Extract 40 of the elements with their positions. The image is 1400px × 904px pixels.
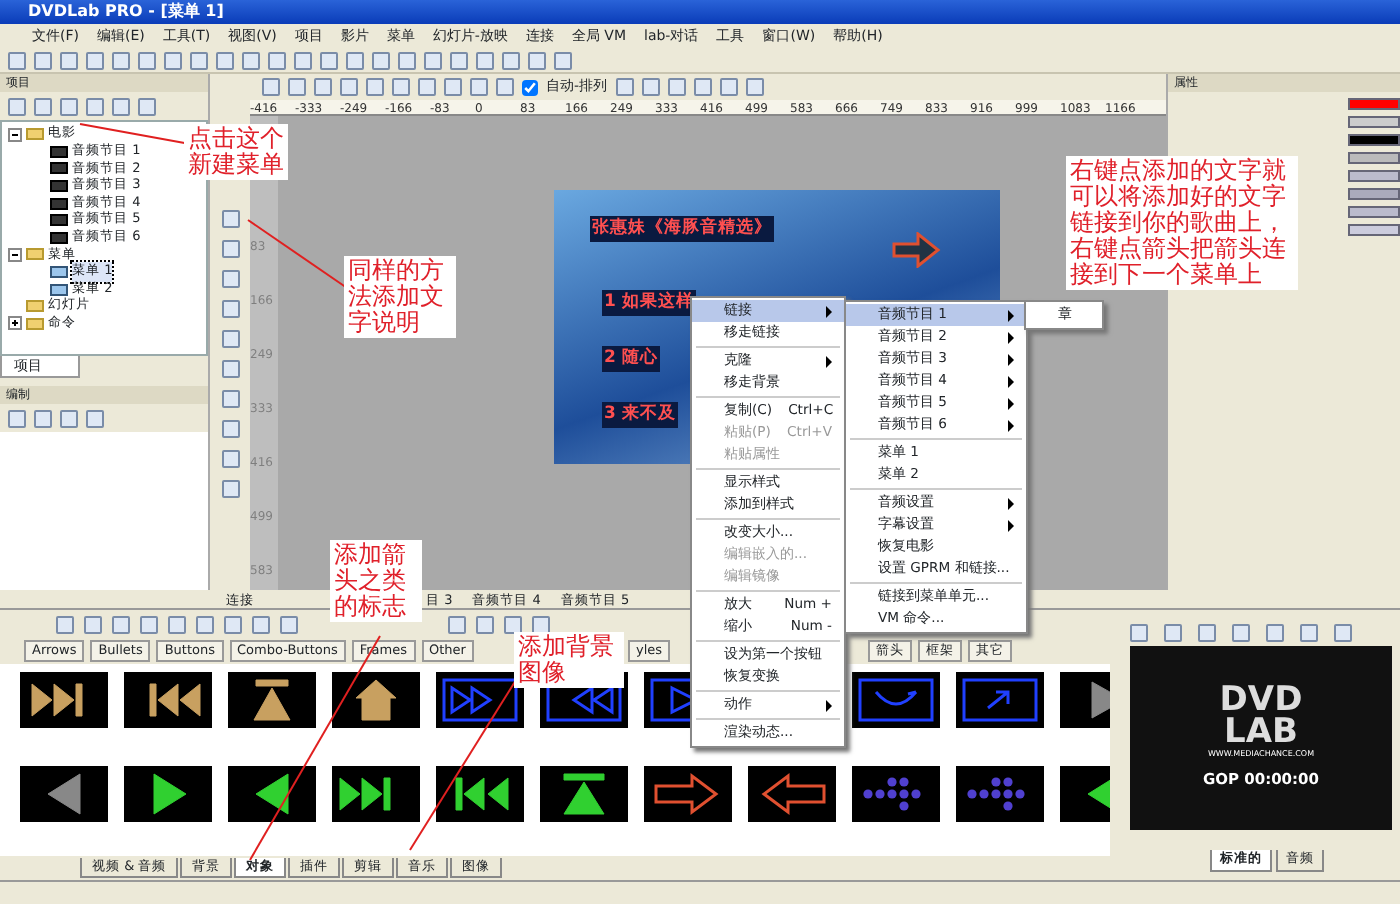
annotation-note: 添加背景图像 — [514, 632, 624, 688]
return-arrow-icon[interactable] — [852, 672, 940, 728]
play-icon[interactable] — [124, 766, 212, 822]
checkbox[interactable] — [522, 79, 538, 95]
back-icon[interactable] — [228, 766, 316, 822]
dot-pattern-icon[interactable] — [956, 766, 1044, 822]
property-swatch[interactable] — [1348, 224, 1400, 236]
menu-item-text[interactable]: 3 来不及 — [602, 402, 678, 428]
annotation-note: 添加箭头之类的标志 — [330, 540, 422, 622]
property-swatch[interactable] — [1348, 170, 1400, 182]
skip-next-icon[interactable] — [20, 672, 108, 728]
back-icon[interactable] — [20, 766, 108, 822]
submenu-arrow-icon — [826, 305, 832, 317]
folder-icon — [26, 248, 44, 261]
skip-previous-icon[interactable] — [124, 672, 212, 728]
expander-icon[interactable] — [8, 127, 22, 142]
window-title: DVDLab PRO - [菜单 1] — [0, 0, 1400, 24]
submenu-arrow-icon — [826, 699, 832, 711]
property-swatch[interactable] — [1348, 152, 1400, 164]
annotation-note: 同样的方法添加文字说明 — [344, 256, 456, 338]
submenu-arrow-icon — [826, 355, 832, 367]
property-swatch[interactable] — [1348, 188, 1400, 200]
annotation-note: 右键点添加的文字就可以将添加好的文字链接到你的歌曲上，右键点箭头把箭头连接到下一个菜单上 — [1066, 156, 1298, 290]
skip-previous-icon[interactable] — [436, 766, 524, 822]
property-swatch[interactable] — [1348, 206, 1400, 218]
menu-title-text[interactable]: 张惠妹《海豚音精选》 — [590, 216, 774, 242]
property-swatch[interactable] — [1348, 134, 1400, 146]
menu-item-text[interactable]: 2 随心 — [602, 346, 660, 372]
annotation-note: 点击这个新建菜单 — [184, 124, 288, 180]
folder-icon — [26, 128, 44, 141]
link-arrow-icon[interactable] — [956, 672, 1044, 728]
expander-icon[interactable] — [8, 316, 22, 331]
arrow-button-icon[interactable] — [890, 232, 942, 268]
property-swatch[interactable] — [1348, 116, 1400, 128]
house-icon[interactable] — [332, 672, 420, 728]
logo-text: DVD — [1219, 684, 1303, 717]
expander-icon[interactable] — [8, 247, 22, 262]
logo-text: LAB — [1224, 716, 1298, 749]
property-swatch[interactable] — [1348, 98, 1400, 110]
skip-next-icon[interactable] — [332, 766, 420, 822]
